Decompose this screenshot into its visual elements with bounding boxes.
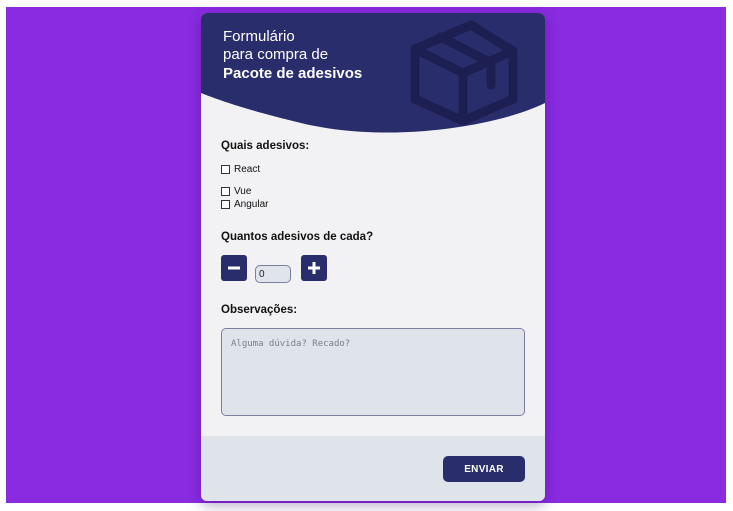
checkbox-box[interactable] xyxy=(221,165,230,174)
checkbox-box[interactable] xyxy=(221,200,230,209)
quantity-input[interactable] xyxy=(255,265,291,283)
minus-icon xyxy=(228,266,240,270)
plus-icon xyxy=(308,262,320,274)
package-box-icon xyxy=(410,20,518,126)
checkbox-label: Vue xyxy=(234,186,252,197)
checkbox-react[interactable]: React xyxy=(221,164,260,175)
notes-section-title: Observações: xyxy=(221,304,298,316)
header-line-3: Pacote de adesivos xyxy=(223,65,363,82)
checkbox-label: Angular xyxy=(234,199,269,210)
header-line-2: para compra de xyxy=(223,46,329,63)
checkbox-vue[interactable]: Vue xyxy=(221,186,251,197)
checkbox-label: React xyxy=(234,164,261,175)
quantity-section-title: Quantos adesivos de cada? xyxy=(221,231,374,243)
submit-button[interactable]: ENVIAR xyxy=(443,456,525,482)
checkbox-angular[interactable]: Angular xyxy=(221,199,268,210)
header-title: Formulário para compra de Pacote de ades… xyxy=(223,28,362,83)
checkbox-box[interactable] xyxy=(221,187,230,196)
decrement-button[interactable] xyxy=(221,255,247,281)
form-header: Formulário para compra de Pacote de ades… xyxy=(201,13,545,143)
stickers-section-title: Quais adesivos: xyxy=(221,140,310,152)
header-line-1: Formulário xyxy=(223,28,295,45)
increment-button[interactable] xyxy=(301,255,327,281)
form-footer: ENVIAR xyxy=(201,436,545,501)
notes-textarea[interactable] xyxy=(221,328,525,416)
order-form-card: Formulário para compra de Pacote de ades… xyxy=(201,13,545,501)
